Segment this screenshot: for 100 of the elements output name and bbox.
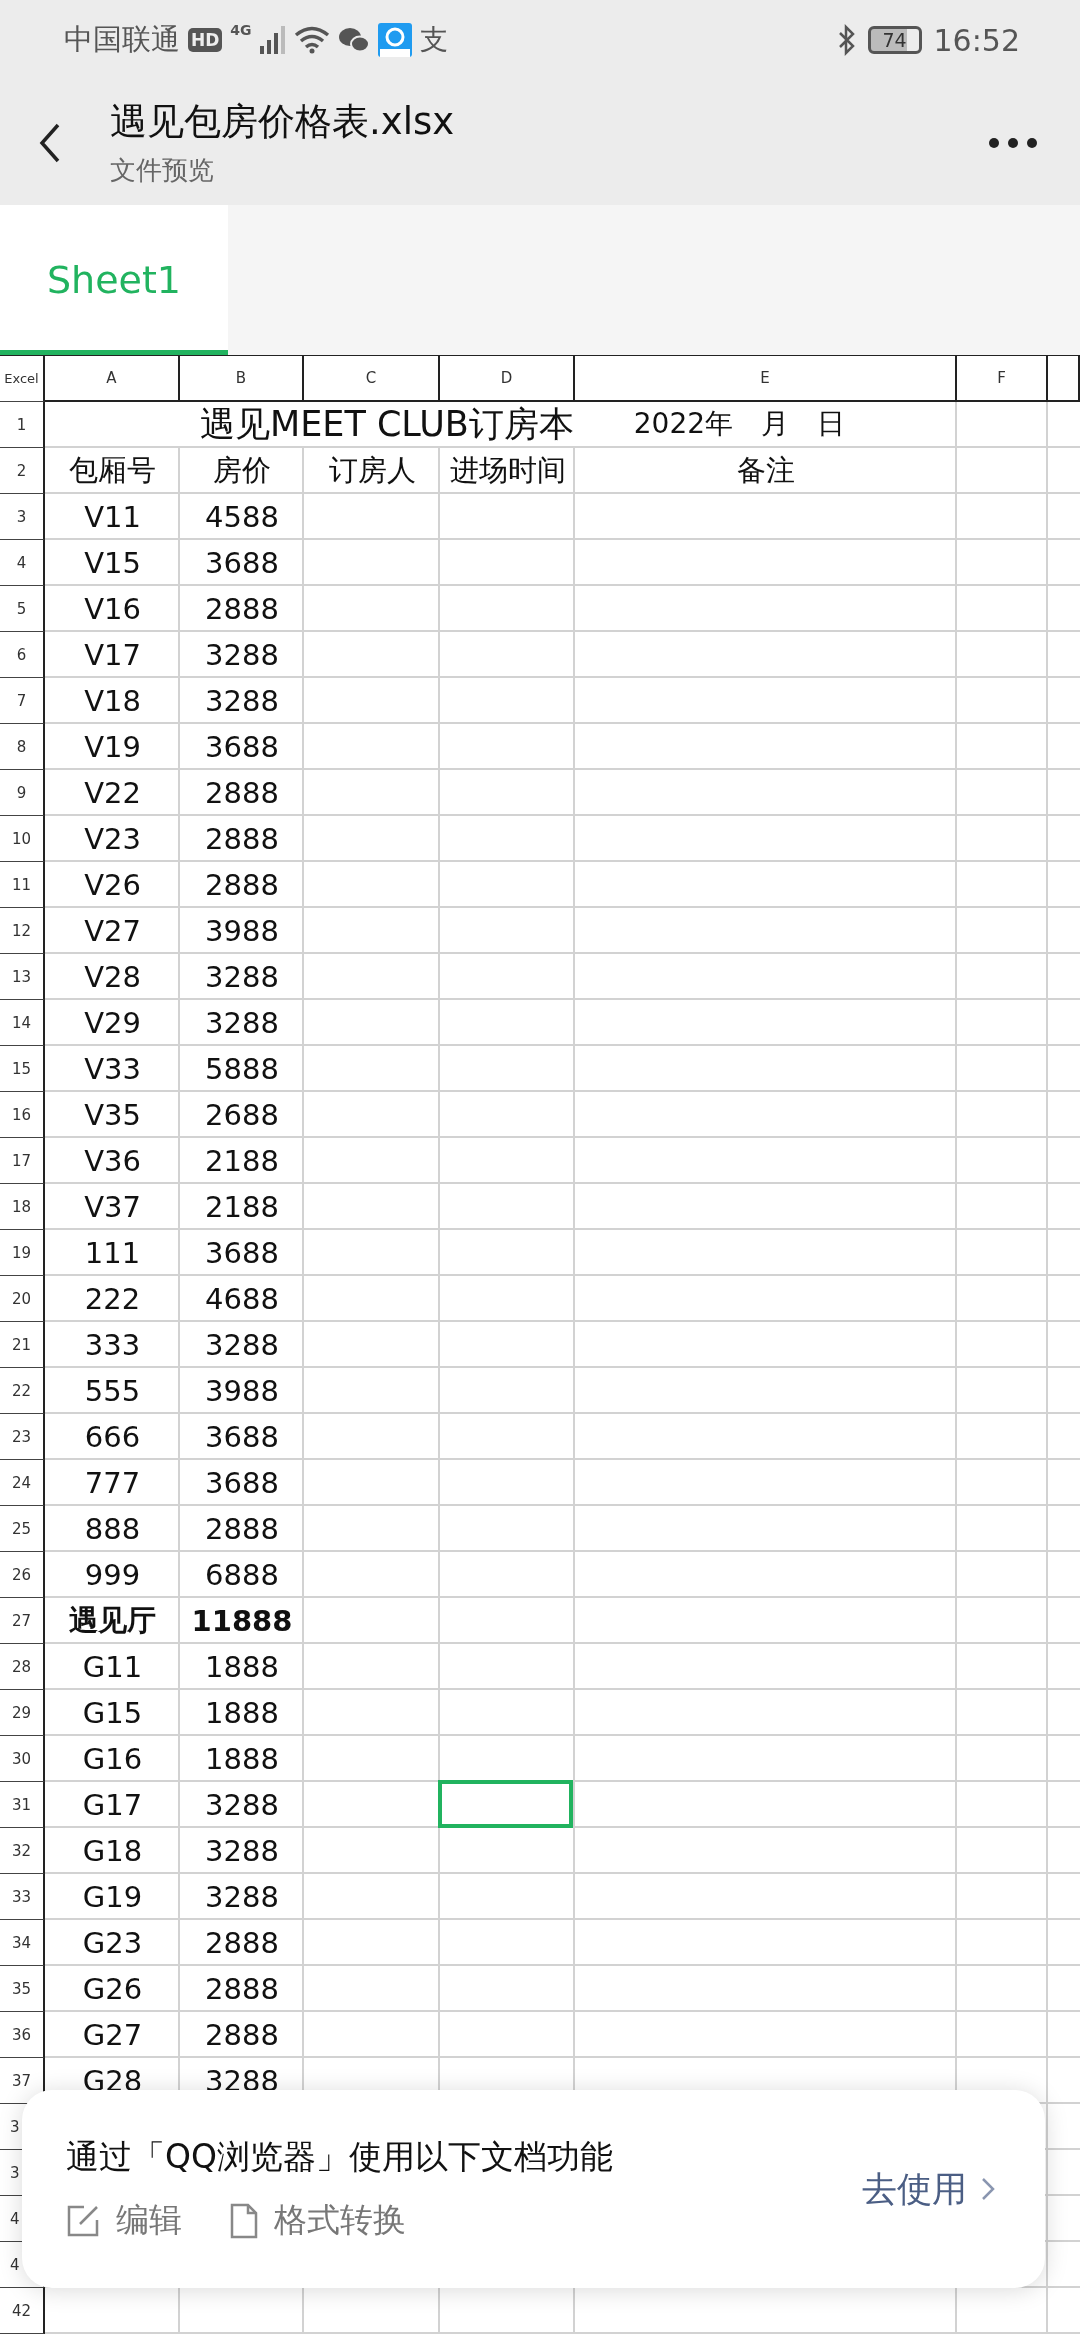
table-cell-text: V28 — [83, 959, 142, 996]
row-number[interactable]: 23 — [0, 1414, 45, 1460]
table-cell-text: 1888 — [204, 1741, 280, 1778]
table-cell-text: 3288 — [204, 1879, 280, 1916]
table-cell-text: 666 — [83, 1419, 142, 1456]
table-cell-text: 2888 — [204, 1971, 280, 2008]
table-cell-text: 2888 — [204, 775, 280, 812]
table-cell-text: 5888 — [204, 1051, 280, 1088]
row-number[interactable]: 27 — [0, 1598, 45, 1644]
table-cell-text: G23 — [81, 1925, 144, 1962]
table-cell-text: 2188 — [204, 1143, 280, 1180]
battery-icon: 74 — [867, 26, 922, 54]
row-number[interactable]: 19 — [0, 1230, 45, 1276]
column-header[interactable]: F — [957, 356, 1048, 402]
header-cell-text: 包厢号 — [68, 452, 157, 489]
row-number[interactable]: 34 — [0, 1920, 45, 1966]
table-cell-text: V37 — [83, 1189, 142, 1226]
row-number[interactable]: 12 — [0, 908, 45, 954]
row-number[interactable]: 6 — [0, 632, 45, 678]
row-number[interactable]: 3 — [0, 494, 45, 540]
table-cell-text: 3688 — [204, 1419, 280, 1456]
row-number[interactable]: 16 — [0, 1092, 45, 1138]
row-number[interactable]: 42 — [0, 2288, 45, 2334]
table-cell-text: V23 — [83, 821, 142, 858]
table-cell-text: 2888 — [204, 2017, 280, 2054]
row-number[interactable]: 18 — [0, 1184, 45, 1230]
row-number[interactable]: 25 — [0, 1506, 45, 1552]
row-number[interactable]: 14 — [0, 1000, 45, 1046]
table-cell-text: V19 — [83, 729, 142, 766]
table-cell-text: 3988 — [204, 913, 280, 950]
use-button[interactable]: 去使用 — [862, 2165, 995, 2213]
table-cell-text: 1888 — [204, 1649, 280, 1686]
row-number[interactable]: 29 — [0, 1690, 45, 1736]
row-number[interactable]: 24 — [0, 1460, 45, 1506]
table-cell-text: V26 — [83, 867, 142, 904]
header-cell-text: 备注 — [736, 452, 796, 489]
row-number[interactable]: 17 — [0, 1138, 45, 1184]
selected-cell[interactable] — [438, 1780, 573, 1828]
table-cell-text: G11 — [81, 1649, 144, 1686]
feature-label[interactable]: 格式转换 — [274, 2198, 406, 2243]
row-number[interactable]: 2 — [0, 448, 45, 494]
row-number[interactable]: 7 — [0, 678, 45, 724]
table-cell-text: G18 — [81, 1833, 144, 1870]
row-number[interactable]: 37 — [0, 2058, 45, 2104]
table-cell-text: 3288 — [204, 637, 280, 674]
feature-label[interactable]: 编辑 — [116, 2198, 182, 2243]
row-number[interactable]: 26 — [0, 1552, 45, 1598]
wifi-icon — [293, 26, 330, 54]
table-cell-text: V22 — [83, 775, 142, 812]
chat-icon — [337, 26, 370, 54]
row-number[interactable]: 10 — [0, 816, 45, 862]
table-cell-text: 3288 — [204, 1327, 280, 1364]
table-cell-text: 111 — [83, 1235, 142, 1272]
hd-badge: HD — [188, 28, 223, 52]
row-number[interactable]: 28 — [0, 1644, 45, 1690]
row-number[interactable]: 5 — [0, 586, 45, 632]
table-cell-text: G19 — [81, 1879, 144, 1916]
row-number[interactable]: 4 — [0, 540, 45, 586]
row-number[interactable]: 33 — [0, 1874, 45, 1920]
table-cell-text: V29 — [83, 1005, 142, 1042]
edit-icon — [66, 2203, 100, 2238]
table-cell-text: 2888 — [204, 821, 280, 858]
table-cell-text: 3988 — [204, 1373, 280, 1410]
row-number[interactable]: 35 — [0, 1966, 45, 2012]
table-cell-text: 4688 — [204, 1281, 280, 1318]
table-cell-text: 3288 — [204, 1787, 280, 1824]
table-cell-text: 3688 — [204, 545, 280, 582]
network-type: 4G — [230, 22, 252, 38]
bluetooth-icon — [837, 24, 856, 56]
row-number[interactable]: 8 — [0, 724, 45, 770]
row-number[interactable]: 13 — [0, 954, 45, 1000]
row-number[interactable]: 11 — [0, 862, 45, 908]
table-cell-text: V36 — [83, 1143, 142, 1180]
row-number[interactable]: 31 — [0, 1782, 45, 1828]
sheet-title: 遇见MEET CLUB订房本 — [200, 402, 574, 446]
table-cell-text: 3288 — [204, 1005, 280, 1042]
table-cell-text: 4588 — [204, 499, 280, 536]
corner-label: Excel — [0, 356, 45, 402]
file-subtitle: 文件预览 — [110, 154, 215, 187]
more-icon[interactable] — [988, 136, 1038, 149]
table-cell-text: G17 — [81, 1787, 144, 1824]
table-cell-text: 333 — [83, 1327, 142, 1364]
chevron-icon — [981, 2176, 995, 2202]
table-cell-text: 遇见厅 — [68, 1602, 157, 1639]
row-number[interactable]: 20 — [0, 1276, 45, 1322]
column-header[interactable] — [1048, 356, 1080, 402]
row-number[interactable]: 32 — [0, 1828, 45, 1874]
sheet-date: 2022年 月 日 — [633, 406, 846, 442]
row-number[interactable]: 21 — [0, 1322, 45, 1368]
carrier-name: 中国联通 — [64, 21, 180, 58]
document-icon — [230, 2202, 258, 2239]
row-number[interactable]: 15 — [0, 1046, 45, 1092]
table-cell-text: 3688 — [204, 1465, 280, 1502]
row-number[interactable]: 1 — [0, 402, 45, 448]
row-number[interactable]: 36 — [0, 2012, 45, 2058]
table-cell-text: G15 — [81, 1695, 144, 1732]
row-number[interactable]: 30 — [0, 1736, 45, 1782]
row-number[interactable]: 22 — [0, 1368, 45, 1414]
row-number[interactable]: 9 — [0, 770, 45, 816]
header-cell-text: 房价 — [212, 452, 272, 489]
